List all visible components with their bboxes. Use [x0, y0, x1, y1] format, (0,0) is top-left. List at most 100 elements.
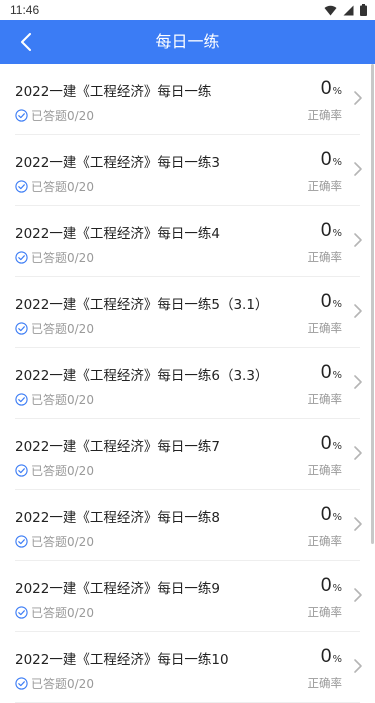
check-circle-icon — [15, 535, 28, 548]
item-score: 0% — [321, 575, 342, 597]
practice-list: 2022一建《工程经济》每日一练 已答题0/20 0% 正确率 2022一建《工… — [0, 64, 375, 703]
app-bar: 每日一练 — [0, 20, 375, 64]
item-score: 0% — [321, 291, 342, 313]
score-label: 正确率 — [307, 676, 343, 690]
chevron-right-icon — [354, 588, 362, 602]
back-button[interactable] — [12, 28, 40, 56]
item-title: 2022一建《工程经济》每日一练9 — [15, 581, 220, 597]
check-circle-icon — [15, 464, 28, 477]
score-label: 正确率 — [307, 250, 343, 264]
list-item[interactable]: 2022一建《工程经济》每日一练5（3.1） 已答题0/20 0% 正确率 — [15, 277, 362, 348]
list-item[interactable]: 2022一建《工程经济》每日一练8 已答题0/20 0% 正确率 — [15, 490, 362, 561]
status-bar: 11:46 — [0, 0, 375, 20]
item-progress: 已答题0/20 — [15, 604, 94, 621]
item-progress-text: 已答题0/20 — [31, 677, 94, 691]
score-unit: % — [332, 583, 342, 594]
chevron-right-icon — [354, 517, 362, 531]
item-progress: 已答题0/20 — [15, 675, 94, 692]
check-circle-icon — [15, 251, 28, 264]
item-progress-text: 已答题0/20 — [31, 606, 94, 620]
score-value: 0 — [320, 291, 332, 312]
chevron-right-icon — [354, 446, 362, 460]
score-label: 正确率 — [307, 108, 343, 122]
item-title: 2022一建《工程经济》每日一练8 — [15, 510, 220, 526]
score-unit: % — [332, 86, 342, 97]
score-value: 0 — [320, 149, 332, 170]
battery-icon — [360, 4, 367, 16]
check-circle-icon — [15, 393, 28, 406]
item-title: 2022一建《工程经济》每日一练5（3.1） — [15, 297, 269, 313]
score-value: 0 — [320, 433, 332, 454]
item-score: 0% — [321, 149, 342, 171]
item-score: 0% — [321, 646, 342, 668]
list-item[interactable]: 2022一建《工程经济》每日一练7 已答题0/20 0% 正确率 — [15, 419, 362, 490]
item-title: 2022一建《工程经济》每日一练7 — [15, 439, 220, 455]
item-progress-text: 已答题0/20 — [31, 251, 94, 265]
item-title: 2022一建《工程经济》每日一练3 — [15, 155, 220, 171]
status-time: 11:46 — [10, 3, 40, 17]
chevron-right-icon — [354, 233, 362, 247]
page-title: 每日一练 — [155, 32, 220, 51]
score-unit: % — [332, 654, 342, 665]
score-unit: % — [332, 370, 342, 381]
check-circle-icon — [15, 322, 28, 335]
item-score: 0% — [321, 78, 342, 100]
signal-icon — [343, 5, 354, 15]
score-unit: % — [332, 299, 342, 310]
item-score: 0% — [321, 504, 342, 526]
item-progress: 已答题0/20 — [15, 391, 94, 408]
score-unit: % — [332, 228, 342, 239]
score-label: 正确率 — [307, 392, 343, 406]
score-unit: % — [332, 157, 342, 168]
item-progress: 已答题0/20 — [15, 320, 94, 337]
chevron-right-icon — [354, 162, 362, 176]
item-progress: 已答题0/20 — [15, 462, 94, 479]
chevron-right-icon — [354, 659, 362, 673]
list-item[interactable]: 2022一建《工程经济》每日一练4 已答题0/20 0% 正确率 — [15, 206, 362, 277]
chevron-right-icon — [354, 304, 362, 318]
item-score: 0% — [321, 362, 342, 384]
item-title: 2022一建《工程经济》每日一练6（3.3） — [15, 368, 269, 384]
item-score: 0% — [321, 220, 342, 242]
score-value: 0 — [320, 504, 332, 525]
check-circle-icon — [15, 606, 28, 619]
item-title: 2022一建《工程经济》每日一练 — [15, 84, 212, 100]
score-value: 0 — [320, 220, 332, 241]
chevron-right-icon — [354, 375, 362, 389]
status-icons — [324, 4, 367, 16]
item-progress-text: 已答题0/20 — [31, 322, 94, 336]
score-unit: % — [332, 441, 342, 452]
item-progress-text: 已答题0/20 — [31, 180, 94, 194]
score-value: 0 — [320, 78, 332, 99]
score-label: 正确率 — [307, 605, 343, 619]
item-title: 2022一建《工程经济》每日一练10 — [15, 652, 229, 668]
score-label: 正确率 — [307, 534, 343, 548]
item-score: 0% — [321, 433, 342, 455]
item-progress-text: 已答题0/20 — [31, 393, 94, 407]
item-progress: 已答题0/20 — [15, 249, 94, 266]
list-item[interactable]: 2022一建《工程经济》每日一练 已答题0/20 0% 正确率 — [15, 64, 362, 135]
chevron-right-icon — [354, 91, 362, 105]
score-label: 正确率 — [307, 321, 343, 335]
wifi-icon — [324, 5, 337, 15]
list-item[interactable]: 2022一建《工程经济》每日一练9 已答题0/20 0% 正确率 — [15, 561, 362, 632]
item-title: 2022一建《工程经济》每日一练4 — [15, 226, 220, 242]
scrollbar[interactable] — [371, 64, 374, 544]
check-circle-icon — [15, 109, 28, 122]
score-label: 正确率 — [307, 463, 343, 477]
score-value: 0 — [320, 646, 332, 667]
score-unit: % — [332, 512, 342, 523]
item-progress: 已答题0/20 — [15, 107, 94, 124]
score-value: 0 — [320, 575, 332, 596]
item-progress: 已答题0/20 — [15, 533, 94, 550]
list-item[interactable]: 2022一建《工程经济》每日一练6（3.3） 已答题0/20 0% 正确率 — [15, 348, 362, 419]
list-item[interactable]: 2022一建《工程经济》每日一练3 已答题0/20 0% 正确率 — [15, 135, 362, 206]
check-circle-icon — [15, 180, 28, 193]
score-value: 0 — [320, 362, 332, 383]
item-progress-text: 已答题0/20 — [31, 109, 94, 123]
back-arrow-icon — [21, 33, 31, 51]
item-progress-text: 已答题0/20 — [31, 535, 94, 549]
check-circle-icon — [15, 677, 28, 690]
item-progress: 已答题0/20 — [15, 178, 94, 195]
item-progress-text: 已答题0/20 — [31, 464, 94, 478]
